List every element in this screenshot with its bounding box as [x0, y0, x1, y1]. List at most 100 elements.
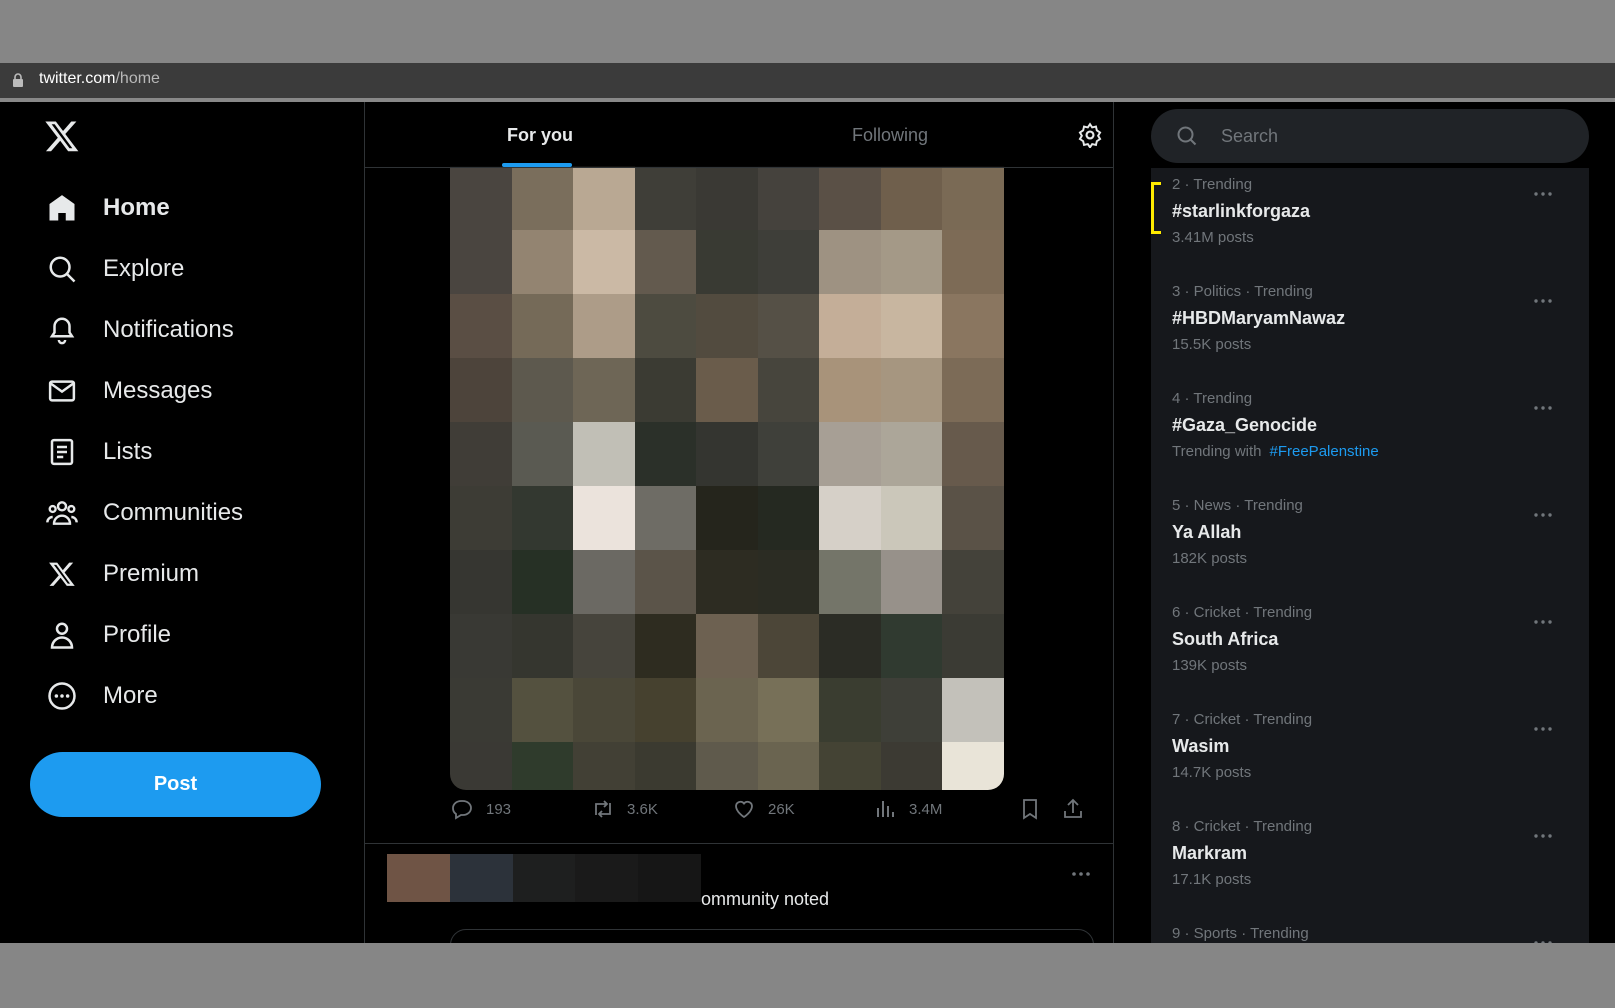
nav-label: Lists [103, 438, 153, 465]
mosaic-tile [819, 486, 881, 550]
trend-item[interactable]: 8 · Cricket · Trending Markram 17.1K pos… [1151, 810, 1589, 917]
sidebar: Home Explore Notifications Messages List… [0, 102, 364, 943]
nav-label: Explore [103, 255, 185, 282]
nav-label: Communities [103, 499, 244, 526]
more-horizontal-icon[interactable] [1531, 931, 1555, 943]
x-logo-icon[interactable] [44, 118, 80, 154]
list-icon [46, 436, 78, 468]
nav-more[interactable]: More [30, 668, 174, 724]
trend-item[interactable]: 2 · Trending #starlinkforgaza 3.41M post… [1151, 168, 1589, 275]
mosaic-tile [757, 166, 820, 230]
more-horizontal-icon[interactable] [1531, 182, 1555, 206]
mosaic-tile [634, 358, 697, 422]
trend-item[interactable]: 3 · Politics · Trending #HBDMaryamNawaz … [1151, 275, 1589, 382]
mosaic-tile [942, 166, 1004, 230]
more-horizontal-icon[interactable] [1531, 503, 1555, 527]
person-icon [46, 619, 78, 651]
mosaic-tile [880, 166, 943, 230]
trend-context-link[interactable]: #FreePalenstine [1270, 443, 1379, 460]
more-horizontal-icon[interactable] [1531, 610, 1555, 634]
tweet[interactable]: ommunity noted [365, 844, 1113, 943]
mosaic-tile [511, 422, 574, 486]
mosaic-tile [880, 486, 943, 550]
trend-title: Wasim [1172, 736, 1230, 756]
like-button[interactable]: 26K [732, 797, 795, 821]
mosaic-tile [819, 422, 881, 486]
more-horizontal-icon[interactable] [1531, 824, 1555, 848]
mosaic-tile [880, 550, 943, 614]
mosaic-tile [757, 358, 820, 422]
url-host: twitter.com [39, 70, 116, 87]
tab-following[interactable]: Following [715, 102, 1065, 168]
more-horizontal-icon[interactable] [1069, 862, 1093, 886]
redacted-header [387, 854, 701, 902]
nav-communities[interactable]: Communities [30, 485, 259, 541]
trend-meta: 3 · Politics · Trending [1172, 283, 1313, 300]
mosaic-tile [696, 294, 758, 358]
mosaic-tile [942, 486, 1004, 550]
views-button[interactable]: 3.4M [873, 797, 942, 821]
trend-item[interactable]: 5 · News · Trending Ya Allah 182K posts [1151, 489, 1589, 596]
trend-meta: 2 · Trending [1172, 176, 1253, 193]
mosaic-tile [880, 742, 943, 790]
more-horizontal-icon[interactable] [1531, 396, 1555, 420]
mosaic-tile [819, 614, 881, 678]
address-bar[interactable]: twitter.com/home [0, 63, 1615, 98]
nav-label: More [103, 682, 158, 709]
share-button[interactable] [1061, 797, 1097, 821]
mosaic-tile [634, 550, 697, 614]
bookmark-button[interactable] [1018, 797, 1054, 821]
trend-item[interactable]: 9 · Sports · Trending [1151, 917, 1589, 943]
gear-icon[interactable] [1077, 122, 1103, 148]
mosaic-tile [880, 358, 943, 422]
mosaic-tile [511, 294, 574, 358]
mosaic-tile [450, 486, 512, 550]
repost-button[interactable]: 3.6K [591, 797, 658, 821]
mosaic-tile [573, 294, 635, 358]
mosaic-tile [634, 614, 697, 678]
mosaic-tile [696, 486, 758, 550]
nav-lists[interactable]: Lists [30, 424, 168, 480]
lock-icon [13, 73, 23, 87]
mosaic-tile [696, 614, 758, 678]
mosaic-tile [450, 422, 512, 486]
more-horizontal-icon[interactable] [1531, 289, 1555, 313]
bottom-gray-bar [0, 943, 1615, 1008]
nav-label: Premium [103, 560, 200, 587]
nav-premium[interactable]: Premium [30, 546, 215, 602]
heart-icon [735, 800, 753, 819]
url-text[interactable]: twitter.com/home [39, 70, 160, 88]
mosaic-tile [942, 230, 1004, 294]
tweet-media-image[interactable] [450, 166, 1004, 790]
mosaic-tile [757, 294, 820, 358]
mosaic-tile [942, 678, 1004, 742]
post-button[interactable]: Post [30, 752, 321, 817]
mosaic-tile [757, 614, 820, 678]
nav-home[interactable]: Home [30, 180, 186, 236]
mosaic-tile [511, 614, 574, 678]
nav-label: Messages [103, 377, 213, 404]
mosaic-tile [696, 230, 758, 294]
nav-messages[interactable]: Messages [30, 363, 228, 419]
nav-profile[interactable]: Profile [30, 607, 187, 663]
quoted-tweet-card[interactable] [450, 929, 1094, 943]
people-icon [46, 497, 78, 529]
trend-item[interactable]: 6 · Cricket · Trending South Africa 139K… [1151, 596, 1589, 703]
mosaic-tile [634, 294, 697, 358]
trend-title: #HBDMaryamNawaz [1172, 308, 1346, 328]
search-box[interactable]: Search [1151, 109, 1589, 163]
repost-count: 3.6K [627, 800, 658, 818]
nav-notifications[interactable]: Notifications [30, 302, 250, 358]
nav-explore[interactable]: Explore [30, 241, 200, 297]
tab-for-you[interactable]: For you [365, 102, 715, 168]
more-horizontal-icon[interactable] [1531, 717, 1555, 741]
tweet-social-context: ommunity noted [701, 889, 830, 909]
search-input[interactable]: Search [1221, 126, 1278, 147]
mosaic-tile [634, 678, 697, 742]
trend-item[interactable]: 4 · Trending #Gaza_Genocide Trending wit… [1151, 382, 1589, 489]
mosaic-tile [819, 358, 881, 422]
mosaic-tile [634, 742, 697, 790]
trend-item[interactable]: 7 · Cricket · Trending Wasim 14.7K posts [1151, 703, 1589, 810]
reply-button[interactable]: 193 [450, 797, 511, 821]
more-circle-icon [46, 680, 78, 712]
